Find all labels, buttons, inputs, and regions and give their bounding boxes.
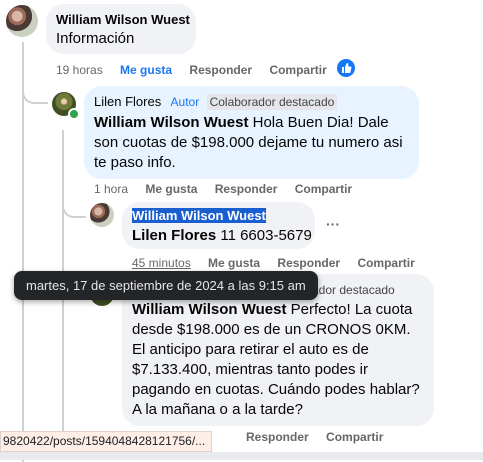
avatar-william[interactable] bbox=[90, 203, 114, 227]
mention-link[interactable]: Lilen Flores bbox=[132, 227, 216, 244]
comment-bubble-3: William Wilson Wuest Lilen Flores 11 660… bbox=[122, 202, 315, 249]
mention-link-selected[interactable]: William Wilson Wuest bbox=[132, 208, 266, 223]
reply-button[interactable]: Responder bbox=[189, 63, 252, 77]
timestamp-tooltip: martes, 17 de septiembre de 2024 a las 9… bbox=[14, 271, 318, 300]
comment-actions-3: 45 minutos Me gusta Responder Compartir bbox=[132, 256, 429, 270]
online-status-dot bbox=[68, 108, 80, 120]
like-button[interactable]: Me gusta bbox=[208, 256, 260, 270]
author-tag: Autor bbox=[170, 95, 200, 109]
comment-text: Información bbox=[56, 30, 135, 47]
share-button[interactable]: Compartir bbox=[326, 430, 383, 444]
avatar-william[interactable] bbox=[6, 5, 38, 37]
thread-line bbox=[22, 42, 24, 462]
comment-bubble-1: William Wilson Wuest Información bbox=[46, 4, 196, 54]
thread-connector bbox=[22, 86, 48, 104]
taskbar-strip bbox=[0, 452, 483, 460]
comment-author[interactable]: William Wilson Wuest bbox=[56, 12, 190, 27]
share-button[interactable]: Compartir bbox=[357, 256, 414, 270]
reply-button[interactable]: Responder bbox=[246, 430, 309, 444]
share-button[interactable]: Compartir bbox=[295, 182, 352, 196]
like-button[interactable]: Me gusta bbox=[120, 63, 172, 77]
like-button[interactable]: Me gusta bbox=[145, 182, 197, 196]
comment-time[interactable]: 19 horas bbox=[56, 63, 103, 77]
thread-connector-nested bbox=[62, 200, 86, 218]
comment-text: William Wilson Wuest Perfecto! La cuota … bbox=[132, 301, 420, 418]
phone-number: 11 6603-5679 bbox=[216, 227, 312, 244]
like-reaction-icon[interactable] bbox=[337, 59, 355, 77]
comment-text: William Wilson Wuest Hola Buen Dia! Dale… bbox=[94, 114, 403, 171]
badge-colaborador: ador destacado bbox=[312, 283, 395, 297]
comment-time[interactable]: 45 minutos bbox=[132, 256, 191, 270]
reply-button[interactable]: Responder bbox=[215, 182, 278, 196]
comment-actions-2: 1 hora Me gusta Responder Compartir bbox=[94, 182, 366, 196]
mention-link[interactable]: William Wilson Wuest bbox=[132, 301, 286, 318]
comment-bubble-2: Lilen Flores Autor Colaborador destacado… bbox=[84, 86, 419, 179]
reply-button[interactable]: Responder bbox=[277, 256, 340, 270]
link-status-bar: 9820422/posts/1594048428121756/... bbox=[0, 431, 213, 452]
comment-actions-1: 19 horas Me gusta Responder Compartir bbox=[56, 63, 341, 77]
comment-actions-4: Responder Compartir bbox=[246, 430, 397, 444]
badge-colaborador: Colaborador destacado bbox=[206, 94, 338, 110]
comment-author[interactable]: Lilen Flores bbox=[94, 94, 161, 109]
more-options-icon[interactable]: ··· bbox=[326, 216, 340, 232]
comment-time[interactable]: 1 hora bbox=[94, 182, 128, 196]
share-button[interactable]: Compartir bbox=[269, 63, 326, 77]
mention-link[interactable]: William Wilson Wuest bbox=[94, 114, 248, 131]
